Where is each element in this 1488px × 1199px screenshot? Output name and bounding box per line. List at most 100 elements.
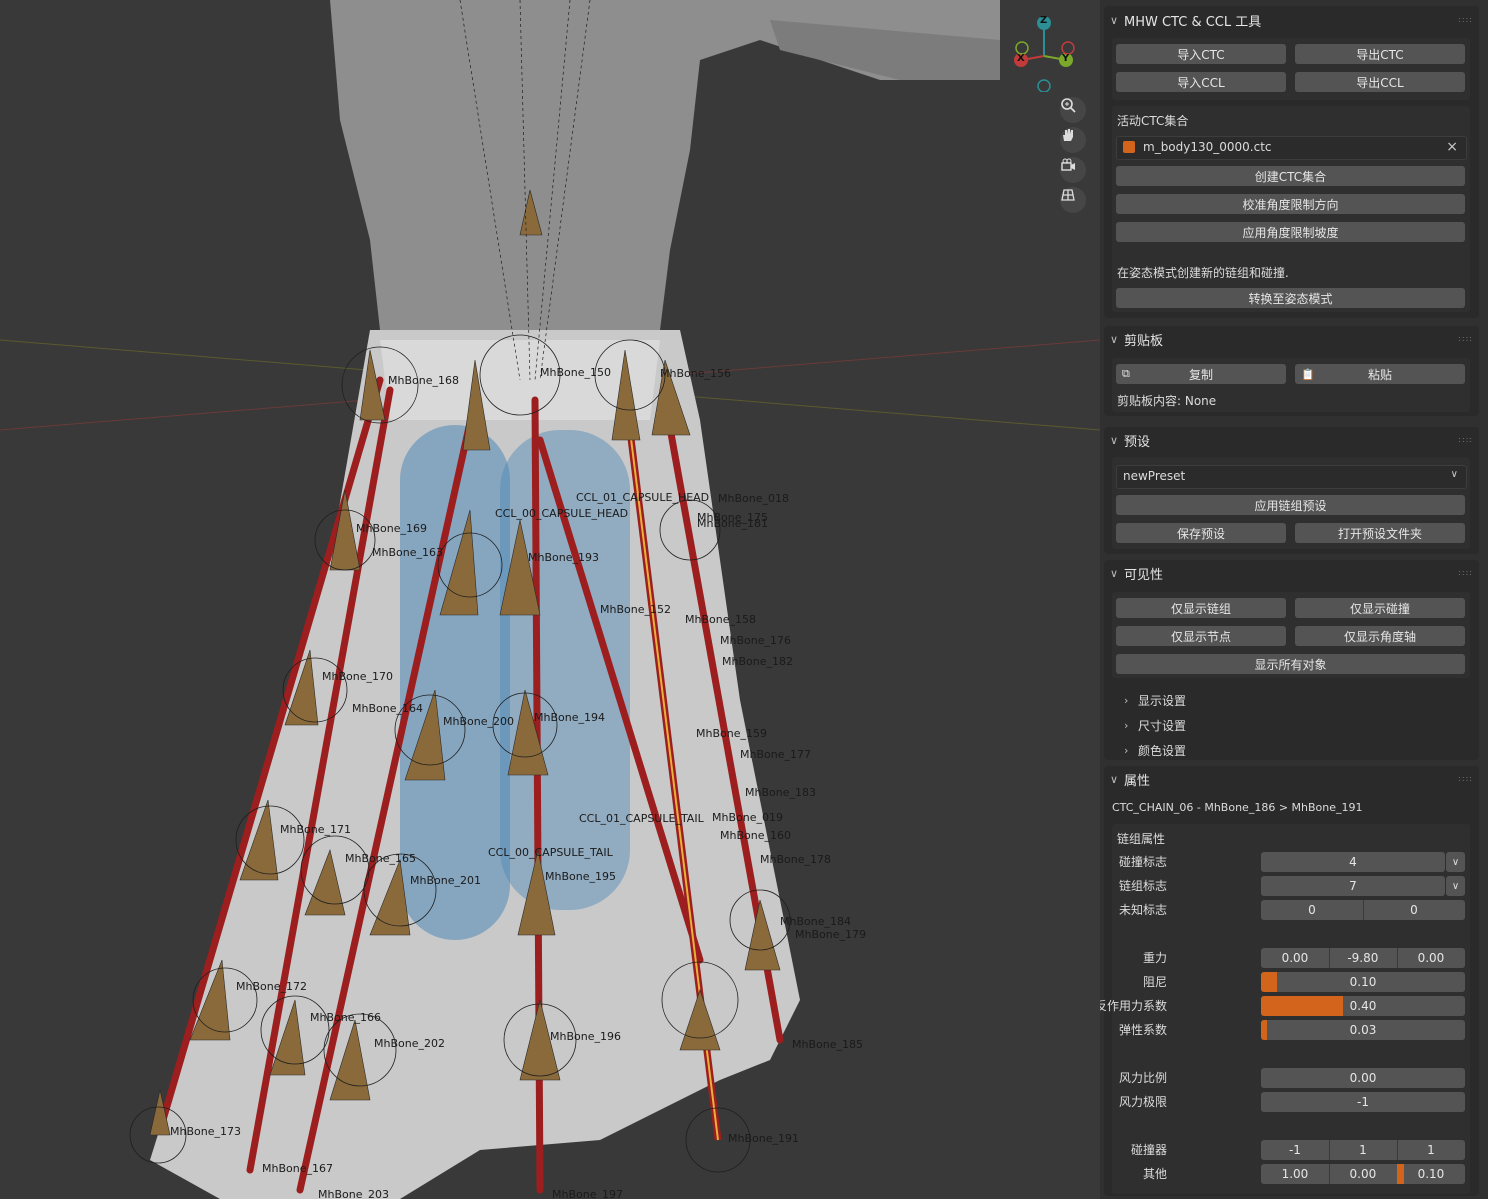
chain-path: CTC_CHAIN_06 - MhBone_186 > MhBone_191	[1112, 801, 1363, 814]
copy-button[interactable]: ⧉ 复制	[1116, 364, 1286, 384]
bone-label: MhBone_184	[780, 915, 851, 928]
bone-label: MhBone_156	[660, 367, 731, 380]
close-icon[interactable]: ×	[1446, 139, 1458, 155]
import-ctc-button[interactable]: 导入CTC	[1116, 44, 1286, 64]
paste-label: 粘贴	[1367, 367, 1392, 382]
create-ctc-button[interactable]: 创建CTC集合	[1116, 166, 1465, 186]
panel-title: MHW CTC & CCL 工具	[1124, 14, 1262, 30]
reaction-slider[interactable]: 0.40	[1261, 996, 1465, 1016]
calibrate-angle-button[interactable]: 校准角度限制方向	[1116, 194, 1465, 214]
reaction-fill	[1261, 996, 1343, 1016]
3d-viewport[interactable]: MhBone_168 MhBone_150 MhBone_156 MhBone_…	[0, 0, 1100, 1199]
zoom-icon[interactable]	[1060, 97, 1086, 123]
gizmo-x: X	[1017, 53, 1025, 64]
camera-icon[interactable]	[1060, 157, 1086, 183]
save-preset-button[interactable]: 保存预设	[1116, 523, 1286, 543]
export-ctc-button[interactable]: 导出CTC	[1295, 44, 1465, 64]
chevron-right-icon: ›	[1124, 718, 1129, 732]
reaction-label: 反作用力系数	[1100, 999, 1167, 1013]
chain-flag-dropdown[interactable]: ∨	[1446, 876, 1465, 896]
gravity-label: 重力	[1142, 951, 1167, 965]
chain-flag-field[interactable]: 7	[1261, 876, 1445, 896]
chevron-down-icon: ∨	[1109, 566, 1119, 580]
apply-chain-preset-button[interactable]: 应用链组预设	[1116, 495, 1465, 515]
chain-flag-value: 7	[1349, 879, 1357, 893]
other-c-slider[interactable]: 0.10	[1396, 1164, 1465, 1184]
elasticity-slider[interactable]: 0.03	[1261, 1020, 1465, 1040]
wind-ratio-label: 风力比例	[1118, 1071, 1167, 1085]
gizmo-y: Y	[1062, 53, 1070, 64]
drag-grip-icon[interactable]: ::::	[1458, 15, 1473, 24]
other-c: 0.10	[1417, 1167, 1445, 1181]
clipboard-section: ∨ 剪贴板 :::: ⧉ 复制 📋 粘贴 剪贴板内容: None	[1104, 326, 1479, 416]
preset-header[interactable]: ∨ 预设 ::::	[1104, 427, 1479, 453]
bone-label: MhBone_178	[760, 853, 831, 866]
orientation-gizmo[interactable]: Z X Y	[1008, 12, 1080, 92]
properties-header[interactable]: ∨ 属性 ::::	[1104, 766, 1479, 792]
collider-field[interactable]: -1 1 1	[1261, 1140, 1465, 1160]
collider-a: -1	[1288, 1143, 1301, 1157]
export-ccl-button[interactable]: 导出CCL	[1295, 72, 1465, 92]
pose-mode-button[interactable]: 转换至姿态模式	[1116, 288, 1465, 308]
unknown-flag-field[interactable]: 0 0	[1261, 900, 1465, 920]
collision-flag-dropdown[interactable]: ∨	[1446, 852, 1465, 872]
unknown-flag-label: 未知标志	[1118, 903, 1167, 917]
chevron-down-icon: ∨	[1109, 772, 1119, 786]
open-preset-folder-button[interactable]: 打开预设文件夹	[1295, 523, 1465, 543]
clipboard-header[interactable]: ∨ 剪贴板 ::::	[1104, 326, 1479, 352]
copy-label: 复制	[1188, 367, 1213, 382]
wind-ratio-field[interactable]: 0.00	[1261, 1068, 1465, 1088]
pose-hint: 在姿态模式创建新的链组和碰撞.	[1117, 266, 1289, 280]
drag-grip-icon[interactable]: ::::	[1458, 774, 1473, 783]
show-chains-button[interactable]: 仅显示链组	[1116, 598, 1286, 618]
visibility-group: 仅显示链组 仅显示碰撞 仅显示节点 仅显示角度轴 显示所有对象	[1112, 592, 1470, 678]
show-nodes-button[interactable]: 仅显示节点	[1116, 626, 1286, 646]
scene-drawing	[0, 0, 1100, 1199]
reaction-value: 0.40	[1349, 999, 1377, 1013]
gravity-x: 0.00	[1281, 951, 1309, 965]
damping-slider[interactable]: 0.10	[1261, 972, 1465, 992]
drag-grip-icon[interactable]: ::::	[1458, 435, 1473, 444]
capsule-label: CCL_01_CAPSULE_TAIL	[579, 812, 704, 825]
collision-flag-value: 4	[1349, 855, 1357, 869]
visibility-section: ∨ 可见性 :::: 仅显示链组 仅显示碰撞 仅显示节点 仅显示角度轴 显示所有…	[1104, 560, 1479, 760]
bone-label: MhBone_172	[236, 980, 307, 993]
paste-button[interactable]: 📋 粘贴	[1295, 364, 1465, 384]
display-settings-label: 显示设置	[1138, 693, 1187, 708]
collision-flag-field[interactable]: 4	[1261, 852, 1445, 872]
visibility-title: 可见性	[1124, 567, 1164, 583]
color-settings-toggle[interactable]: › 颜色设置	[1124, 740, 1186, 760]
chevron-down-icon: ∨	[1450, 469, 1458, 480]
grid-view-icon[interactable]	[1060, 187, 1086, 213]
chevron-down-icon: ∨	[1109, 332, 1119, 346]
properties-section: ∨ 属性 :::: CTC_CHAIN_06 - MhBone_186 > Mh…	[1100, 766, 1479, 1196]
bone-label: MhBone_167	[262, 1162, 333, 1175]
display-settings-toggle[interactable]: › 显示设置	[1124, 690, 1186, 710]
show-all-button[interactable]: 显示所有对象	[1116, 654, 1465, 674]
bone-label: MhBone_170	[322, 670, 393, 683]
collider-label: 碰撞器	[1130, 1143, 1167, 1157]
bone-label: MhBone_163	[372, 546, 443, 559]
bone-label: MhBone_164	[352, 702, 423, 715]
copy-icon: ⧉	[1122, 367, 1130, 380]
active-ctc-field[interactable]: m_body130_0000.ctc ×	[1116, 136, 1467, 160]
clipboard-group: ⧉ 复制 📋 粘贴 剪贴板内容: None	[1112, 358, 1470, 412]
wind-limit-field[interactable]: -1	[1261, 1092, 1465, 1112]
apply-slope-button[interactable]: 应用角度限制坡度	[1116, 222, 1465, 242]
show-axes-button[interactable]: 仅显示角度轴	[1295, 626, 1465, 646]
drag-grip-icon[interactable]: ::::	[1458, 568, 1473, 577]
preset-title: 预设	[1124, 434, 1151, 450]
pan-hand-icon[interactable]	[1060, 127, 1086, 153]
gravity-field[interactable]: 0.00 -9.80 0.00	[1261, 948, 1465, 968]
import-ccl-button[interactable]: 导入CCL	[1116, 72, 1286, 92]
drag-grip-icon[interactable]: ::::	[1458, 334, 1473, 343]
bone-label: MhBone_185	[792, 1038, 863, 1051]
size-settings-toggle[interactable]: › 尺寸设置	[1124, 715, 1186, 735]
other-field[interactable]: 1.00 0.00 0.10	[1261, 1164, 1465, 1184]
show-collisions-button[interactable]: 仅显示碰撞	[1295, 598, 1465, 618]
preset-dropdown[interactable]: newPreset ∨	[1116, 465, 1467, 489]
visibility-header[interactable]: ∨ 可见性 ::::	[1104, 560, 1479, 586]
collision-flag-label: 碰撞标志	[1118, 855, 1167, 869]
color-settings-label: 颜色设置	[1138, 743, 1187, 758]
tools-header[interactable]: ∨ MHW CTC & CCL 工具 ::::	[1104, 7, 1479, 33]
